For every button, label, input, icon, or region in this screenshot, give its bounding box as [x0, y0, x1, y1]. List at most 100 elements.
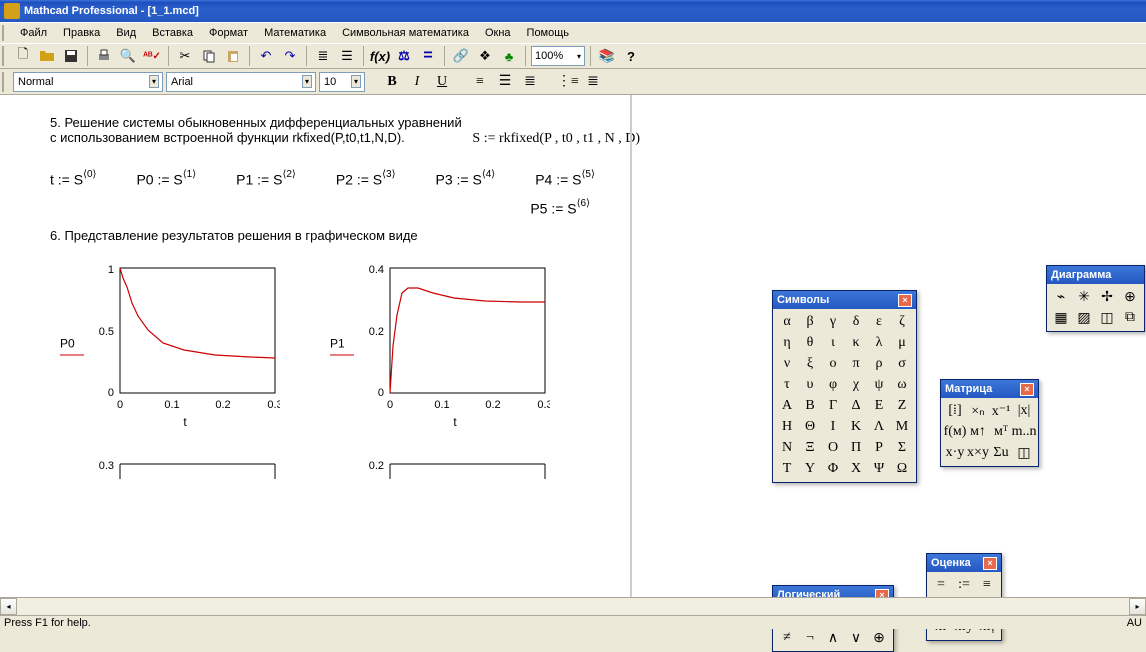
document-area[interactable]: 5. Решение системы обыкновенных дифферен… — [0, 95, 630, 597]
palette-cell[interactable]: ⧉ — [1119, 308, 1141, 328]
palette-cell[interactable]: = — [930, 575, 952, 595]
palette-cell[interactable]: Φ — [822, 459, 844, 479]
palette-cell[interactable]: Ω — [891, 459, 913, 479]
palette-cell[interactable]: ξ — [799, 354, 821, 374]
bullets-button[interactable]: ⋮≡ — [557, 71, 579, 93]
palette-cell[interactable]: Ε — [868, 396, 890, 416]
palette-cell[interactable]: β — [799, 312, 821, 332]
palette-cell[interactable]: ▨ — [1073, 308, 1095, 328]
palette-cell[interactable]: κ — [845, 333, 867, 353]
numbering-button[interactable]: ≣ — [582, 71, 604, 93]
palette-cell[interactable]: Λ — [868, 417, 890, 437]
palette-cell[interactable]: ε — [868, 312, 890, 332]
palette-cell[interactable]: ×ₙ — [967, 401, 989, 421]
palette-cell[interactable]: λ — [868, 333, 890, 353]
fx-button[interactable]: f(x) — [369, 45, 391, 67]
palette-cell[interactable]: f(м) — [944, 422, 966, 442]
menu-file[interactable]: Файл — [12, 25, 55, 41]
palette-cell[interactable]: := — [953, 575, 975, 595]
palette-cell[interactable]: x⁻¹ — [990, 401, 1012, 421]
underline-button[interactable]: U — [431, 71, 453, 93]
palette-cell[interactable]: Ζ — [891, 396, 913, 416]
scroll-right-button[interactable]: ▸ — [1129, 598, 1146, 615]
units-button[interactable]: ⚖ — [393, 45, 415, 67]
palette-cell[interactable]: τ — [776, 375, 798, 395]
palette-cell[interactable]: м↑ — [967, 422, 989, 442]
palette-cell[interactable]: ▦ — [1050, 308, 1072, 328]
palette-cell[interactable]: Χ — [845, 459, 867, 479]
palette-cell[interactable]: ∧ — [822, 628, 844, 648]
palette-cell[interactable]: ✳ — [1073, 287, 1095, 307]
palette-cell[interactable]: Σ — [891, 438, 913, 458]
palette-cell[interactable]: ◫ — [1096, 308, 1118, 328]
redo-button[interactable]: ↷ — [279, 45, 301, 67]
palette-symbols[interactable]: Символы× αβγδεζηθικλμνξοπρστυφχψωΑΒΓΔΕΖΗ… — [772, 290, 917, 483]
palette-cell[interactable]: ψ — [868, 375, 890, 395]
align-right-button[interactable]: ≣ — [519, 71, 541, 93]
palette-cell[interactable]: x×y — [967, 443, 989, 463]
palette-cell[interactable]: ⌁ — [1050, 287, 1072, 307]
toolbar-grip[interactable] — [2, 46, 8, 66]
font-dropdown[interactable]: Arial — [166, 72, 316, 92]
close-icon[interactable]: × — [898, 294, 912, 307]
spellcheck-button[interactable]: ᴬᴮ✓ — [141, 45, 163, 67]
preview-button[interactable]: 🔍 — [117, 45, 139, 67]
palette-cell[interactable]: Π — [845, 438, 867, 458]
palette-cell[interactable]: мᵀ — [990, 422, 1012, 442]
palette-diagram[interactable]: Диаграмма ⌁✳✢⊕▦▨◫⧉ — [1046, 265, 1145, 332]
palette-cell[interactable]: Σu — [990, 443, 1012, 463]
palette-cell[interactable]: x·y — [944, 443, 966, 463]
help-button[interactable]: ? — [620, 45, 642, 67]
menu-help[interactable]: Помощь — [519, 25, 578, 41]
paste-button[interactable] — [222, 45, 244, 67]
close-icon[interactable]: × — [1020, 383, 1034, 396]
zoom-dropdown[interactable]: 100% — [531, 46, 585, 66]
palette-cell[interactable]: ⊕ — [868, 628, 890, 648]
align-left-button[interactable]: ≡ — [469, 71, 491, 93]
palette-cell[interactable]: Ο — [822, 438, 844, 458]
palette-cell[interactable]: π — [845, 354, 867, 374]
palette-cell[interactable]: Β — [799, 396, 821, 416]
palette-cell[interactable]: Κ — [845, 417, 867, 437]
palette-matrix[interactable]: Матрица× [⁞]×ₙx⁻¹|x|f(м)м↑мᵀm..nx·yx×yΣu… — [940, 379, 1039, 467]
print-button[interactable] — [93, 45, 115, 67]
palette-cell[interactable]: ι — [822, 333, 844, 353]
palette-cell[interactable]: ¬ — [799, 628, 821, 648]
palette-cell[interactable]: Η — [776, 417, 798, 437]
open-button[interactable] — [36, 45, 58, 67]
palette-cell[interactable]: γ — [822, 312, 844, 332]
menubar-grip[interactable] — [2, 25, 8, 41]
chart-p0[interactable]: P0 1 0.5 0 0 0.1 0.2 0.3 t — [90, 263, 280, 429]
palette-cell[interactable]: ω — [891, 375, 913, 395]
cut-button[interactable]: ✂ — [174, 45, 196, 67]
menu-window[interactable]: Окна — [477, 25, 519, 41]
formatbar-grip[interactable] — [2, 72, 8, 92]
fontsize-dropdown[interactable]: 10 — [319, 72, 365, 92]
menu-symbolic[interactable]: Символьная математика — [334, 25, 477, 41]
palette-cell[interactable]: Ρ — [868, 438, 890, 458]
palette-cell[interactable]: Ξ — [799, 438, 821, 458]
palette-cell[interactable]: Ι — [822, 417, 844, 437]
save-button[interactable] — [60, 45, 82, 67]
palette-cell[interactable]: Α — [776, 396, 798, 416]
align-center-button[interactable]: ☰ — [494, 71, 516, 93]
palette-cell[interactable]: Θ — [799, 417, 821, 437]
scroll-track[interactable] — [17, 598, 1129, 615]
calc-button[interactable]: = — [417, 45, 439, 67]
palette-cell[interactable]: ✢ — [1096, 287, 1118, 307]
new-button[interactable]: 🗋 — [12, 45, 34, 67]
palette-cell[interactable]: [⁞] — [944, 401, 966, 421]
palette-cell[interactable]: |x| — [1013, 401, 1035, 421]
undo-button[interactable]: ↶ — [255, 45, 277, 67]
align-button[interactable]: ≣ — [312, 45, 334, 67]
palette-cell[interactable]: μ — [891, 333, 913, 353]
palette-cell[interactable]: Τ — [776, 459, 798, 479]
scroll-left-button[interactable]: ◂ — [0, 598, 17, 615]
palette-cell[interactable]: Υ — [799, 459, 821, 479]
palette-cell[interactable]: χ — [845, 375, 867, 395]
palette-cell[interactable]: υ — [799, 375, 821, 395]
palette-cell[interactable]: σ — [891, 354, 913, 374]
menu-view[interactable]: Вид — [108, 25, 144, 41]
menu-format[interactable]: Формат — [201, 25, 256, 41]
copy-button[interactable] — [198, 45, 220, 67]
